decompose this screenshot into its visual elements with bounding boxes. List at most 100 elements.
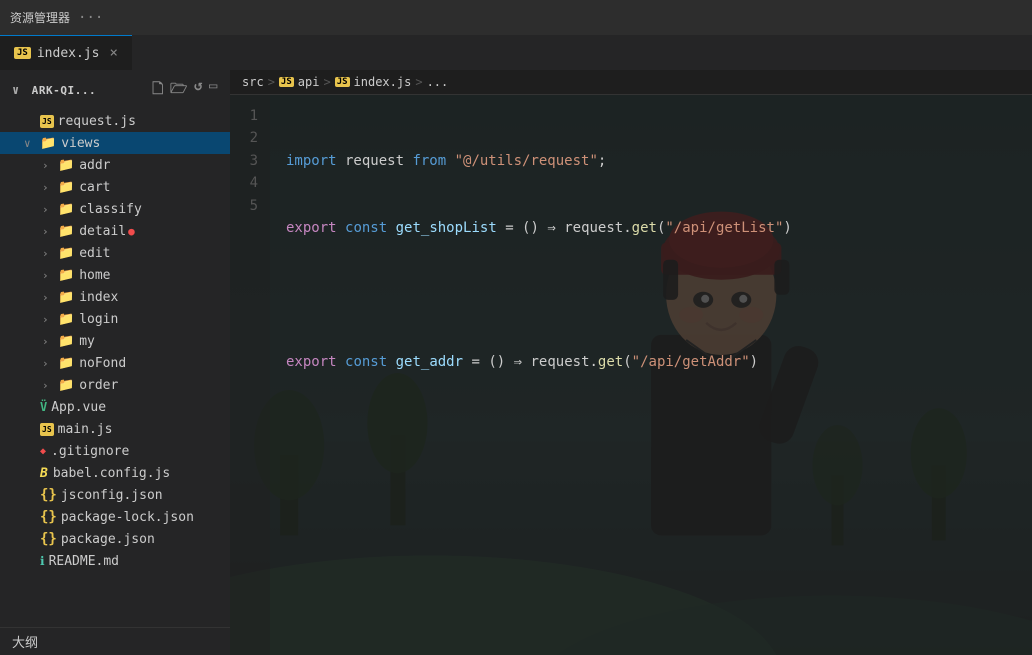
item-label: my bbox=[79, 334, 95, 349]
item-label: README.md bbox=[49, 554, 119, 569]
tree-item-request-js[interactable]: JS request.js bbox=[0, 110, 230, 132]
item-label: package-lock.json bbox=[61, 510, 194, 525]
folder-icon: 📁 bbox=[58, 268, 74, 283]
tree-item-views[interactable]: ∨ 📁 views bbox=[0, 132, 230, 154]
expand-arrow: › bbox=[42, 291, 54, 304]
sidebar: ∨ ARK-QI... 🗋 🗁 ↺ ▭ JS request.js bbox=[0, 70, 230, 655]
sidebar-header: ∨ ARK-QI... 🗋 🗁 ↺ ▭ bbox=[0, 70, 230, 110]
expand-arrow: › bbox=[42, 269, 54, 282]
breadcrumb-dots: ... bbox=[427, 75, 449, 89]
item-label: App.vue bbox=[51, 400, 106, 415]
info-icon: ℹ bbox=[40, 554, 45, 568]
collapse-icon[interactable]: ▭ bbox=[209, 78, 218, 102]
folder-icon: 📁 bbox=[58, 290, 74, 305]
code-content[interactable]: import request from "@/utils/request"; e… bbox=[270, 95, 1032, 655]
tree-item-package-lock[interactable]: {} package-lock.json bbox=[0, 506, 230, 528]
item-label: jsconfig.json bbox=[61, 488, 163, 503]
expand-arrow: › bbox=[42, 313, 54, 326]
breadcrumb-js-icon2: JS bbox=[335, 77, 350, 87]
item-label: package.json bbox=[61, 532, 155, 547]
breadcrumb-src: src bbox=[242, 75, 264, 89]
item-label: noFond bbox=[79, 356, 126, 371]
folder-icon: 📁 bbox=[58, 312, 74, 327]
vue-badge: V̈ bbox=[40, 400, 47, 414]
tree-item-babel[interactable]: B babel.config.js bbox=[0, 462, 230, 484]
expand-arrow: › bbox=[42, 181, 54, 194]
expand-arrow: › bbox=[42, 335, 54, 348]
folder-icon: 📁 bbox=[58, 180, 74, 195]
babel-icon: B bbox=[40, 466, 48, 481]
bottom-label: 大纲 bbox=[0, 627, 230, 655]
editor-area[interactable]: 1 2 3 4 5 import request from "@/utils/r… bbox=[230, 95, 1032, 655]
item-label: babel.config.js bbox=[53, 466, 170, 481]
item-label: .gitignore bbox=[51, 444, 129, 459]
tree-item-nofond[interactable]: › 📁 noFond bbox=[0, 352, 230, 374]
tree-item-cart[interactable]: › 📁 cart bbox=[0, 176, 230, 198]
tree-item-detail[interactable]: › 📁 detail ● bbox=[0, 220, 230, 242]
breadcrumb-sep2: > bbox=[323, 75, 330, 89]
tree-item-main-js[interactable]: JS main.js bbox=[0, 418, 230, 440]
item-label: index bbox=[79, 290, 118, 305]
json-badge: {} bbox=[40, 509, 57, 525]
tab-close-button[interactable]: × bbox=[109, 45, 117, 61]
new-folder-icon[interactable]: 🗁 bbox=[170, 78, 188, 102]
expand-arrow: › bbox=[42, 159, 54, 172]
folder-icon: 📁 bbox=[58, 246, 74, 261]
code-line-2: export const get_shopList = () ⇒ request… bbox=[286, 217, 1016, 239]
item-label: views bbox=[61, 136, 100, 151]
folder-icon: 📁 bbox=[40, 136, 56, 151]
json-badge: {} bbox=[40, 487, 57, 503]
tree-item-package[interactable]: {} package.json bbox=[0, 528, 230, 550]
tree-item-index[interactable]: › 📁 index bbox=[0, 286, 230, 308]
tree-item-app-vue[interactable]: V̈ App.vue bbox=[0, 396, 230, 418]
sidebar-toolbar: 🗋 🗁 ↺ ▭ bbox=[152, 78, 218, 102]
tab-filename: index.js bbox=[37, 46, 100, 61]
item-label: login bbox=[79, 312, 118, 327]
git-icon: ◆ bbox=[40, 446, 46, 457]
tree-item-classify[interactable]: › 📁 classify bbox=[0, 198, 230, 220]
tree-item-edit[interactable]: › 📁 edit bbox=[0, 242, 230, 264]
explorer-label: 资源管理器 bbox=[10, 9, 70, 26]
item-label: cart bbox=[79, 180, 110, 195]
tree-item-addr[interactable]: › 📁 addr bbox=[0, 154, 230, 176]
line-numbers: 1 2 3 4 5 bbox=[230, 95, 270, 655]
error-indicator: ● bbox=[128, 225, 135, 238]
tree-item-order[interactable]: › 📁 order bbox=[0, 374, 230, 396]
js-badge: JS bbox=[40, 115, 54, 128]
breadcrumb-sep3: > bbox=[415, 75, 422, 89]
tree-item-login[interactable]: › 📁 login bbox=[0, 308, 230, 330]
title-bar: 资源管理器 ··· bbox=[0, 0, 1032, 35]
code-line-5 bbox=[286, 418, 1016, 440]
folder-icon: 📁 bbox=[58, 202, 74, 217]
item-label: detail bbox=[79, 224, 126, 239]
tab-index-js[interactable]: JS index.js × bbox=[0, 35, 132, 70]
tree-item-gitignore[interactable]: ◆ .gitignore bbox=[0, 440, 230, 462]
expand-arrow: ∨ bbox=[24, 137, 36, 150]
sidebar-tree: JS request.js ∨ 📁 views › 📁 addr › bbox=[0, 110, 230, 627]
item-label: addr bbox=[79, 158, 110, 173]
tree-item-my[interactable]: › 📁 my bbox=[0, 330, 230, 352]
breadcrumb-sep1: > bbox=[268, 75, 275, 89]
title-dots: ··· bbox=[78, 10, 103, 26]
js-badge: JS bbox=[40, 423, 54, 436]
code-line-1: import request from "@/utils/request"; bbox=[286, 150, 1016, 172]
tree-item-jsconfig[interactable]: {} jsconfig.json bbox=[0, 484, 230, 506]
new-file-icon[interactable]: 🗋 bbox=[152, 78, 164, 102]
item-label: classify bbox=[79, 202, 142, 217]
item-label: order bbox=[79, 378, 118, 393]
folder-icon: 📁 bbox=[58, 378, 74, 393]
tree-item-home[interactable]: › 📁 home bbox=[0, 264, 230, 286]
js-icon: JS bbox=[14, 47, 31, 59]
tree-item-readme[interactable]: ℹ README.md bbox=[0, 550, 230, 572]
folder-icon: 📁 bbox=[58, 158, 74, 173]
folder-icon: 📁 bbox=[58, 334, 74, 349]
code-line-3 bbox=[286, 284, 1016, 306]
folder-icon: 📁 bbox=[58, 224, 74, 239]
code-editor[interactable]: 1 2 3 4 5 import request from "@/utils/r… bbox=[230, 95, 1032, 655]
breadcrumb-js-icon: JS bbox=[279, 77, 294, 87]
expand-arrow: › bbox=[42, 247, 54, 260]
refresh-icon[interactable]: ↺ bbox=[194, 78, 203, 102]
item-label: main.js bbox=[58, 422, 113, 437]
item-label: edit bbox=[79, 246, 110, 261]
tab-bar: JS index.js × bbox=[0, 35, 1032, 70]
